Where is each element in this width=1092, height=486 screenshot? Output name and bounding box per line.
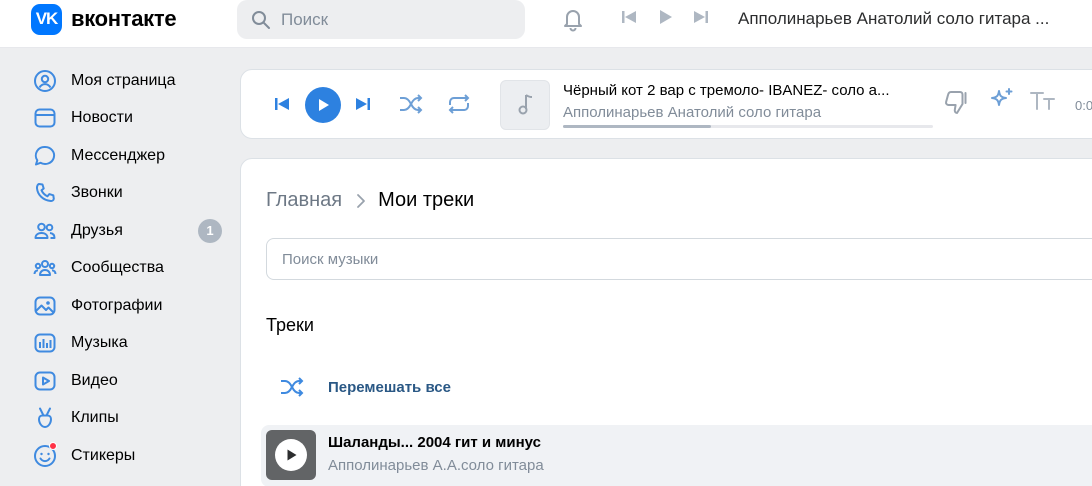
bell-icon[interactable]	[559, 5, 587, 38]
text-size-icon[interactable]	[1029, 88, 1057, 114]
logo-text: вконтакте	[71, 6, 177, 31]
play-icon	[275, 439, 307, 471]
breadcrumb-home-link[interactable]: Главная	[266, 189, 342, 212]
sidebar-item-friends[interactable]: Друзья 1	[31, 212, 231, 250]
music-icon	[31, 329, 59, 357]
sidebar-item-stickers[interactable]: Стикеры	[31, 437, 231, 475]
sidebar-item-my-page[interactable]: Моя страница	[31, 62, 231, 100]
news-icon	[31, 104, 59, 132]
top-header: VK вконтакте Поиск Апполинарьев Анатолий…	[0, 0, 1092, 48]
user-circle-icon	[31, 67, 59, 95]
audio-player: Чёрный кот 2 вар с тремоло- IBANEZ- соло…	[240, 69, 1092, 139]
sidebar-item-label: Звонки	[71, 184, 123, 202]
vk-logo-icon: VK	[31, 3, 62, 35]
breadcrumb: Главная Мои треки	[266, 189, 474, 212]
sidebar-item-label: Фотографии	[71, 296, 163, 314]
video-icon	[31, 367, 59, 395]
sidebar-item-news[interactable]: Новости	[31, 100, 231, 138]
global-search-input[interactable]: Поиск	[237, 0, 525, 39]
chevron-right-icon	[356, 193, 366, 209]
track-play-button[interactable]	[266, 430, 316, 480]
track-artist[interactable]: Апполинарьев А.А.соло гитара	[328, 457, 544, 474]
play-button[interactable]	[305, 87, 341, 123]
music-search-field[interactable]	[266, 238, 1092, 280]
sidebar-item-video[interactable]: Видео	[31, 362, 231, 400]
tracks-heading: Треки	[266, 315, 314, 335]
next-track-icon[interactable]	[354, 95, 372, 113]
music-note-icon	[518, 94, 533, 115]
notification-dot	[49, 442, 57, 450]
shuffle-icon	[266, 375, 318, 399]
sidebar-item-music[interactable]: Музыка	[31, 325, 231, 363]
sidebar-item-label: Друзья	[71, 221, 123, 239]
player-time: 0:0	[1075, 98, 1092, 113]
progress-fill	[563, 125, 711, 128]
vk-logo[interactable]: VK вконтакте	[31, 3, 177, 35]
sidebar-item-label: Видео	[71, 371, 118, 389]
next-track-icon[interactable]	[692, 8, 710, 26]
sparkle-icon[interactable]	[987, 86, 1017, 116]
player-progress-bar[interactable]	[563, 125, 933, 128]
shuffle-icon[interactable]	[398, 92, 424, 116]
music-search-input[interactable]	[282, 250, 1062, 268]
sticker-icon	[31, 442, 59, 470]
track-row[interactable]: Шаланды... 2004 гит и минус Апполинарьев…	[261, 425, 1092, 486]
sidebar-item-messenger[interactable]: Мессенджер	[31, 137, 231, 175]
sidebar-nav: Моя страница Новости Мессенджер Звонки Д…	[31, 62, 231, 475]
header-now-playing[interactable]: Апполинарьев Анатолий соло гитара ...	[738, 9, 1049, 29]
sidebar-item-label: Моя страница	[71, 71, 176, 89]
friends-icon	[31, 217, 59, 245]
player-track-title[interactable]: Чёрный кот 2 вар с тремоло- IBANEZ- соло…	[563, 82, 925, 99]
phone-icon	[31, 179, 59, 207]
breadcrumb-current: Мои треки	[378, 189, 475, 211]
sidebar-item-photos[interactable]: Фотографии	[31, 287, 231, 325]
shuffle-all-button[interactable]: Перемешать все	[266, 375, 451, 399]
play-icon[interactable]	[656, 8, 674, 26]
sidebar-item-communities[interactable]: Сообщества	[31, 250, 231, 288]
friends-count-badge: 1	[198, 218, 222, 243]
sidebar-item-label: Стикеры	[71, 446, 136, 464]
previous-track-icon[interactable]	[620, 8, 638, 26]
sidebar-item-label: Музыка	[71, 334, 128, 352]
previous-track-icon[interactable]	[273, 95, 291, 113]
music-section: Главная Мои треки Треки Перемешать все Ш…	[240, 158, 1092, 486]
communities-icon	[31, 254, 59, 282]
sidebar-item-label: Мессенджер	[71, 146, 165, 164]
sidebar-item-label: Сообщества	[71, 259, 164, 277]
sidebar-item-label: Клипы	[71, 409, 119, 427]
search-icon	[252, 10, 270, 29]
search-placeholder: Поиск	[281, 9, 329, 29]
sidebar-item-clips[interactable]: Клипы	[31, 400, 231, 438]
play-icon	[319, 99, 329, 111]
track-title[interactable]: Шаланды... 2004 гит и минус	[328, 434, 541, 451]
clips-icon	[31, 404, 59, 432]
header-player-controls	[620, 8, 728, 26]
dislike-icon[interactable]	[941, 88, 971, 118]
track-cover	[500, 80, 550, 130]
photo-icon	[31, 292, 59, 320]
sidebar-item-label: Новости	[71, 109, 133, 127]
repeat-icon[interactable]	[446, 92, 472, 116]
message-icon	[31, 142, 59, 170]
player-track-artist[interactable]: Апполинарьев Анатолий соло гитара	[563, 104, 821, 121]
shuffle-all-label: Перемешать все	[328, 378, 451, 396]
sidebar-item-calls[interactable]: Звонки	[31, 175, 231, 213]
